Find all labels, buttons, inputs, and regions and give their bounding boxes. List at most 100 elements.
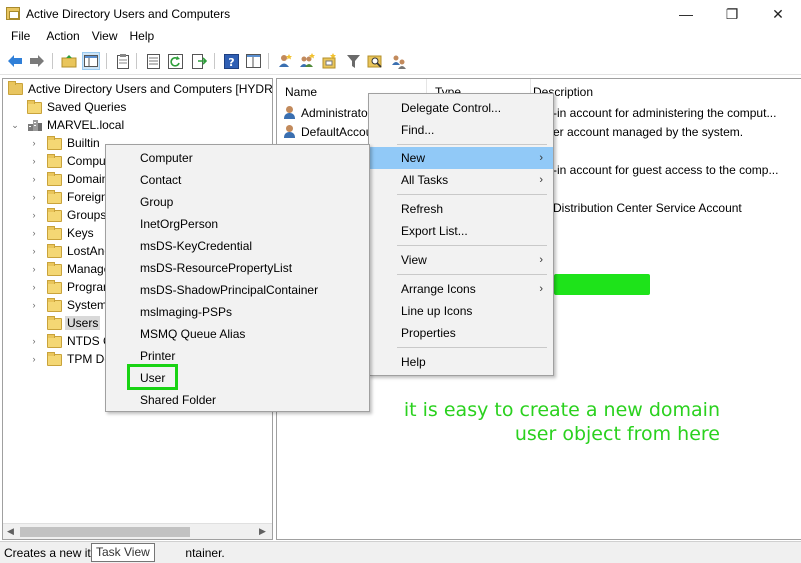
menu-item-find[interactable]: Find... — [369, 119, 553, 141]
menu-item-all-tasks[interactable]: All Tasks › — [369, 169, 553, 191]
menu-separator — [397, 144, 547, 145]
folder-icon — [47, 172, 62, 186]
expand-chevron-icon[interactable]: › — [29, 210, 39, 220]
back-icon[interactable] — [6, 52, 24, 70]
menu-item-view[interactable]: View › — [369, 249, 553, 271]
submenu-item-msds-keycredential[interactable]: msDS-KeyCredential — [106, 235, 369, 257]
clipboard-icon[interactable] — [114, 52, 132, 70]
show-hide-tree-icon[interactable] — [82, 52, 100, 70]
tree-item-domain[interactable]: ⌄ MARVEL.local — [3, 116, 272, 134]
add-ou-icon[interactable] — [320, 52, 338, 70]
tree-item-label: Manage — [67, 262, 111, 276]
tree-item-label: Builtin — [67, 136, 100, 150]
up-folder-icon[interactable] — [60, 52, 78, 70]
app-icon — [6, 7, 20, 20]
add-group-icon[interactable] — [298, 52, 316, 70]
menu-item-label: Properties — [401, 326, 456, 340]
restore-button[interactable]: ❐ — [709, 0, 755, 28]
menu-item-export-list[interactable]: Export List... — [369, 220, 553, 242]
help-icon[interactable]: ? — [222, 52, 240, 70]
tree-item-label: Progran — [67, 280, 110, 294]
minimize-button[interactable]: — — [663, 0, 709, 28]
tree-root-label: Active Directory Users and Computers [HY… — [28, 82, 273, 96]
scroll-right-icon[interactable]: ▶ — [259, 526, 266, 537]
folder-icon — [47, 298, 62, 312]
submenu-arrow-icon: › — [539, 283, 543, 295]
menu-item-refresh[interactable]: Refresh — [369, 198, 553, 220]
expand-chevron-icon[interactable]: › — [29, 282, 39, 292]
menu-separator — [397, 274, 547, 275]
row-description: -in account for administering the comput… — [553, 106, 777, 120]
expand-chevron-icon[interactable]: › — [29, 156, 39, 166]
filter-icon[interactable] — [344, 52, 362, 70]
close-button[interactable]: ✕ — [755, 0, 801, 28]
export-list-icon[interactable] — [190, 52, 208, 70]
row-description: er account managed by the system. — [553, 125, 744, 139]
menu-item-label: All Tasks — [401, 173, 449, 187]
submenu-item-group[interactable]: Group — [106, 191, 369, 213]
expand-chevron-icon[interactable] — [29, 318, 39, 328]
tree-item-label: Foreign — [67, 190, 108, 204]
svg-text:?: ? — [228, 56, 234, 69]
tree-item-label: Compu — [67, 154, 106, 168]
menu-action[interactable]: Action — [38, 28, 87, 47]
column-header-description[interactable]: Description — [531, 79, 801, 103]
refresh-icon[interactable] — [166, 52, 184, 70]
menu-item-new[interactable]: New › — [369, 147, 553, 169]
menu-view[interactable]: View — [88, 28, 126, 47]
view-icon[interactable] — [244, 52, 262, 70]
tree-item-label: Domain — [67, 172, 109, 186]
menu-separator — [397, 194, 547, 195]
expand-chevron-icon[interactable]: › — [29, 192, 39, 202]
toolbar: ? — [0, 48, 801, 75]
submenu-item-contact[interactable]: Contact — [106, 169, 369, 191]
tree-root[interactable]: Active Directory Users and Computers [HY… — [3, 80, 272, 98]
folder-icon — [47, 334, 62, 348]
expand-chevron-icon[interactable]: › — [29, 246, 39, 256]
menu-item-label: Export List... — [401, 224, 468, 238]
user-icon — [283, 106, 297, 120]
tree-item-label: Keys — [67, 226, 94, 240]
add-user-icon[interactable] — [276, 52, 294, 70]
submenu-item-msds-resourcepropertylist[interactable]: msDS-ResourcePropertyList — [106, 257, 369, 279]
status-text-head: Creates a new ite — [4, 546, 98, 560]
expand-chevron-icon[interactable]: › — [29, 354, 39, 364]
expand-chevron-icon[interactable]: › — [29, 228, 39, 238]
folder-icon — [47, 352, 62, 366]
scrollbar-thumb[interactable] — [20, 527, 190, 537]
submenu-item-shared-folder[interactable]: Shared Folder — [106, 389, 369, 411]
find-icon[interactable] — [366, 52, 384, 70]
forward-icon[interactable] — [28, 52, 46, 70]
menu-item-line-up-icons[interactable]: Line up Icons — [369, 300, 553, 322]
menu-help[interactable]: Help — [126, 28, 163, 47]
scroll-left-icon[interactable]: ◀ — [7, 526, 14, 537]
tree-item-saved-queries[interactable]: Saved Queries — [3, 98, 272, 116]
expand-chevron-icon[interactable]: › — [29, 174, 39, 184]
submenu-item-computer[interactable]: Computer — [106, 147, 369, 169]
submenu-item-label: Contact — [140, 173, 182, 187]
tree-horizontal-scrollbar[interactable]: ◀ ▶ — [3, 523, 272, 539]
menu-item-help[interactable]: Help — [369, 351, 553, 373]
status-text-tail: ntainer. — [185, 546, 225, 560]
expand-chevron-icon[interactable]: › — [29, 264, 39, 274]
menu-item-label: View — [401, 253, 427, 267]
submenu-item-mslmaging-psps[interactable]: mslmaging-PSPs — [106, 301, 369, 323]
expand-chevron-icon[interactable]: › — [29, 300, 39, 310]
submenu-item-msmq-queue-alias[interactable]: MSMQ Queue Alias — [106, 323, 369, 345]
menu-item-arrange-icons[interactable]: Arrange Icons › — [369, 278, 553, 300]
expand-chevron-icon[interactable]: › — [29, 138, 39, 148]
annotation-line-2: user object from here — [514, 423, 720, 445]
menu-file[interactable]: File — [0, 28, 38, 47]
submenu-item-label: InetOrgPerson — [140, 217, 219, 231]
submenu-item-msds-shadowprincipalcontainer[interactable]: msDS-ShadowPrincipalContainer — [106, 279, 369, 301]
submenu-item-inetorgperson[interactable]: InetOrgPerson — [106, 213, 369, 235]
properties-icon[interactable] — [144, 52, 162, 70]
snapin-icon — [8, 81, 23, 95]
menu-item-delegate-control[interactable]: Delegate Control... — [369, 97, 553, 119]
domain-icon — [27, 118, 43, 132]
collapse-chevron-icon[interactable]: ⌄ — [10, 120, 20, 130]
menu-item-properties[interactable]: Properties — [369, 322, 553, 344]
menu-bar: File Action View Help — [0, 28, 801, 47]
delegate-icon[interactable] — [390, 52, 408, 70]
expand-chevron-icon[interactable]: › — [29, 336, 39, 346]
